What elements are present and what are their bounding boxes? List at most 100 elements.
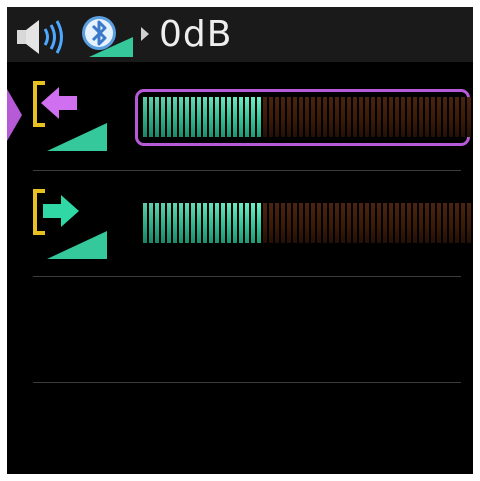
meter-segment-active (173, 203, 177, 243)
meter-segment-active (215, 97, 219, 137)
meter-segment-active (155, 203, 159, 243)
meter-segment-inactive (419, 97, 423, 137)
meter-segment-active (233, 203, 237, 243)
meter-segment-inactive (389, 203, 393, 243)
meter-segment-inactive (419, 203, 423, 243)
meter-segment-inactive (293, 203, 297, 243)
meter-segment-active (257, 203, 261, 243)
meter-segment-active (173, 97, 177, 137)
meter-segment-active (179, 97, 183, 137)
meter-segment-active (245, 97, 249, 137)
play-arrow-icon (141, 27, 149, 41)
meter-segment-inactive (455, 203, 459, 243)
selection-pointer-icon (7, 89, 22, 141)
meter-segment-active (197, 97, 201, 137)
meter-segment-inactive (443, 203, 447, 243)
meter-segment-active (233, 97, 237, 137)
meter-segment-active (203, 203, 207, 243)
meter-segment-active (161, 97, 165, 137)
input-arrow-icon[interactable] (31, 77, 111, 157)
meter-segment-inactive (341, 97, 345, 137)
meter-segment-active (143, 203, 147, 243)
meter-segment-inactive (455, 97, 459, 137)
meter-segment-inactive (467, 203, 471, 243)
meter-segment-active (197, 203, 201, 243)
meter-segment-inactive (335, 203, 339, 243)
input-level-meter[interactable] (143, 97, 471, 137)
meter-segment-inactive (329, 203, 333, 243)
meter-segment-inactive (353, 97, 357, 137)
meter-segment-active (239, 97, 243, 137)
meter-segment-active (155, 97, 159, 137)
meter-segment-inactive (413, 97, 417, 137)
meter-segment-inactive (347, 203, 351, 243)
meter-segment-active (203, 97, 207, 137)
meter-segment-inactive (365, 203, 369, 243)
meter-segment-inactive (263, 203, 267, 243)
meter-segment-active (191, 203, 195, 243)
meter-segment-inactive (287, 203, 291, 243)
meter-segment-inactive (449, 203, 453, 243)
device-screen: 0dB (7, 7, 473, 474)
bluetooth-icon[interactable] (79, 13, 135, 59)
meter-segment-inactive (425, 203, 429, 243)
meter-segment-inactive (467, 97, 471, 137)
divider (33, 170, 461, 171)
meter-segment-active (227, 203, 231, 243)
meter-segment-inactive (371, 97, 375, 137)
meter-segment-inactive (359, 203, 363, 243)
meter-segment-inactive (407, 97, 411, 137)
meter-segment-inactive (383, 203, 387, 243)
speaker-icon[interactable] (15, 17, 67, 57)
meter-segment-inactive (323, 203, 327, 243)
divider (33, 382, 461, 383)
meter-segment-inactive (377, 97, 381, 137)
meter-segment-inactive (413, 203, 417, 243)
meter-segment-inactive (395, 97, 399, 137)
meter-segment-inactive (299, 203, 303, 243)
meter-segment-active (167, 203, 171, 243)
meter-segment-inactive (341, 203, 345, 243)
meter-segment-active (257, 97, 261, 137)
output-level-meter[interactable] (143, 203, 471, 243)
meter-segment-active (179, 203, 183, 243)
meter-segment-inactive (275, 97, 279, 137)
meter-segment-active (227, 97, 231, 137)
meter-segment-active (185, 97, 189, 137)
meter-segment-inactive (317, 203, 321, 243)
meter-segment-active (245, 203, 249, 243)
meter-segment-inactive (263, 97, 267, 137)
meter-segment-inactive (437, 97, 441, 137)
meter-segment-inactive (461, 97, 465, 137)
meter-segment-inactive (281, 97, 285, 137)
output-arrow-icon[interactable] (31, 185, 111, 265)
meter-segment-active (149, 203, 153, 243)
volume-level-text: 0dB (159, 14, 233, 55)
meter-segment-inactive (401, 203, 405, 243)
meter-segment-inactive (347, 97, 351, 137)
meter-segment-inactive (371, 203, 375, 243)
meter-segment-inactive (311, 97, 315, 137)
meter-segment-active (191, 97, 195, 137)
meter-segment-inactive (287, 97, 291, 137)
meter-segment-inactive (407, 203, 411, 243)
meter-segment-active (221, 203, 225, 243)
meter-segment-inactive (461, 203, 465, 243)
meter-segment-inactive (449, 97, 453, 137)
meter-segment-inactive (305, 97, 309, 137)
meter-segment-inactive (293, 97, 297, 137)
meter-segment-inactive (377, 203, 381, 243)
meter-segment-inactive (269, 203, 273, 243)
meter-segment-active (239, 203, 243, 243)
meter-segment-inactive (431, 97, 435, 137)
meter-segment-active (209, 203, 213, 243)
meter-segment-inactive (437, 203, 441, 243)
meter-segment-active (221, 97, 225, 137)
meter-segment-inactive (365, 97, 369, 137)
meter-segment-active (161, 203, 165, 243)
meter-segment-inactive (395, 203, 399, 243)
divider (33, 276, 461, 277)
status-bar: 0dB (7, 7, 473, 62)
meter-segment-inactive (317, 97, 321, 137)
meter-segment-active (167, 97, 171, 137)
